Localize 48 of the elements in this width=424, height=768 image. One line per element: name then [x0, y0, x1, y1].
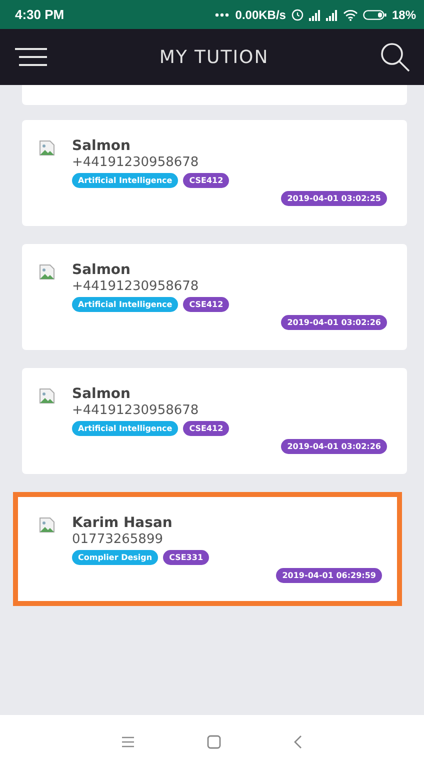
phone-number: +44191230958678 [72, 403, 200, 418]
menu-button[interactable] [14, 47, 48, 67]
phone-number: 01773265899 [72, 532, 164, 547]
back-button[interactable] [293, 734, 303, 748]
date-tag: 2019-04-01 03:02:25 [281, 191, 387, 206]
recent-apps-button[interactable] [121, 736, 135, 748]
tuition-card[interactable]: Salmon +44191230958678 Artificial Intelligence CSE412 2019-04-01 03:02:26 [22, 244, 407, 350]
status-time: 4:30 PM [15, 7, 64, 22]
course-tag: CSE412 [183, 421, 230, 436]
student-name: Salmon [72, 386, 132, 402]
broken-image-icon [39, 264, 55, 280]
student-name: Karim Hasan [72, 515, 174, 531]
phone-number: +44191230958678 [72, 155, 200, 170]
tuition-card[interactable]: Salmon +44191230958678 Artificial Intelligence CSE412 2019-04-01 03:02:25 [22, 120, 407, 226]
menu-icon [121, 736, 135, 748]
home-button[interactable] [207, 734, 221, 748]
tuition-card[interactable]: Salmon +44191230958678 Artificial Intelligence CSE412 2019-04-01 03:02:26 [22, 368, 407, 474]
app-title: MY TUTION [159, 46, 269, 68]
subject-tag: Artificial Intelligence [72, 297, 178, 312]
tuition-card[interactable]: Karim Hasan 01773265899 Complier Design CSE331 2019-04-01 06:29:59 [13, 492, 402, 606]
subject-tag: Artificial Intelligence [72, 421, 178, 436]
date-tag: 2019-04-01 03:02:26 [281, 439, 387, 454]
course-tag: CSE412 [183, 173, 230, 188]
course-tag: CSE412 [183, 297, 230, 312]
signal-icon [326, 8, 338, 20]
subject-tag: Artificial Intelligence [72, 173, 178, 188]
date-tag: 2019-04-01 06:29:59 [276, 568, 382, 583]
battery-icon [362, 8, 387, 20]
subject-tag: Complier Design [72, 550, 158, 565]
search-icon [380, 42, 410, 72]
dots-icon [214, 12, 230, 18]
phone-number: +44191230958678 [72, 279, 200, 294]
course-tag: CSE331 [163, 550, 210, 565]
square-icon [207, 734, 221, 748]
date-tag: 2019-04-01 03:02:26 [281, 315, 387, 330]
wifi-icon [342, 8, 358, 20]
search-button[interactable] [380, 42, 410, 72]
broken-image-icon [39, 140, 55, 156]
broken-image-icon [39, 388, 55, 404]
menu-icon [14, 47, 48, 67]
chevron-left-icon [293, 734, 303, 748]
student-name: Salmon [72, 262, 132, 278]
signal-icon [308, 8, 321, 20]
battery-level: 18% [392, 8, 416, 22]
alarm-clock-icon [290, 8, 304, 21]
student-name: Salmon [72, 138, 132, 154]
network-speed: 0.00KB/s [235, 8, 286, 22]
broken-image-icon [39, 517, 55, 533]
